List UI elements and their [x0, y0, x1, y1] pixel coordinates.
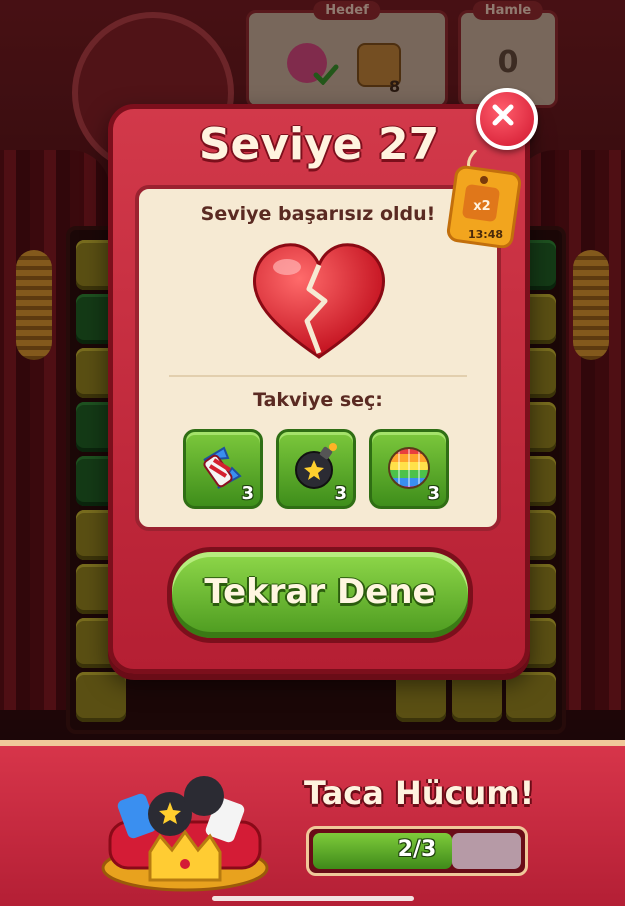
choose-booster-text: Takviye seç:	[253, 389, 383, 411]
divider	[169, 375, 467, 377]
broken-heart-icon	[252, 243, 386, 359]
close-button[interactable]	[476, 88, 538, 150]
progress-text: 2/3	[397, 837, 437, 862]
booster-disco-ball-button[interactable]: 3	[369, 429, 449, 509]
booster-count: 3	[241, 483, 254, 504]
level-failed-text: Seviye başarısız oldu!	[200, 203, 436, 225]
close-icon	[492, 104, 514, 126]
booster-bomb-button[interactable]: 3	[276, 429, 356, 509]
crown-rush-title: Taca Hücum!	[304, 774, 535, 812]
crown-rush-progress: 2/3	[306, 826, 528, 876]
booster-rocket-button[interactable]: 3	[183, 429, 263, 509]
multiplier-text: x2	[473, 199, 490, 214]
booster-count: 3	[334, 483, 347, 504]
try-again-button[interactable]: Tekrar Dene	[167, 547, 473, 643]
home-indicator	[212, 896, 414, 901]
offer-timer: 13:48	[468, 228, 504, 241]
crown-rush-boosters-icon	[101, 776, 269, 892]
booster-count: 3	[427, 483, 440, 504]
crown-rush-bar[interactable]: Taca Hücum! 2/3	[0, 740, 625, 906]
try-again-label: Tekrar Dene	[204, 572, 436, 612]
